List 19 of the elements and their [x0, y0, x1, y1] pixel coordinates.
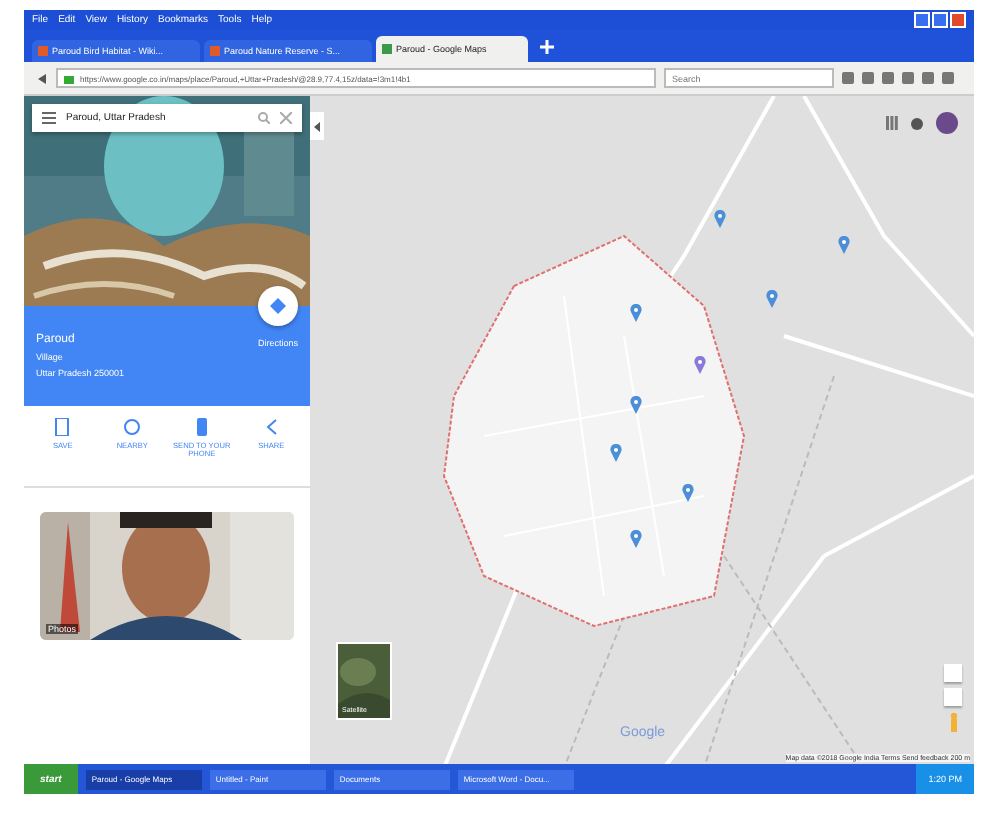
- avatar[interactable]: [936, 112, 958, 134]
- close-button[interactable]: [950, 12, 966, 28]
- directions-button[interactable]: [257, 286, 298, 326]
- person-icon: [949, 712, 957, 732]
- collapse-tab[interactable]: [310, 112, 324, 140]
- target-icon: [124, 418, 141, 436]
- directions-icon: [269, 298, 286, 314]
- caret-icon: [314, 121, 320, 131]
- close-icon: [280, 112, 292, 124]
- bookmark-icon: [54, 418, 71, 436]
- maximize-button[interactable]: [932, 12, 948, 28]
- apps-grid-icon: [886, 116, 898, 130]
- lock-icon: [64, 72, 74, 84]
- back-icon: [34, 71, 48, 85]
- plus-icon: [540, 39, 554, 53]
- minimize-button[interactable]: [914, 12, 930, 28]
- search-icon: [258, 112, 270, 124]
- phone-icon: [193, 418, 210, 436]
- share-icon: [263, 418, 280, 436]
